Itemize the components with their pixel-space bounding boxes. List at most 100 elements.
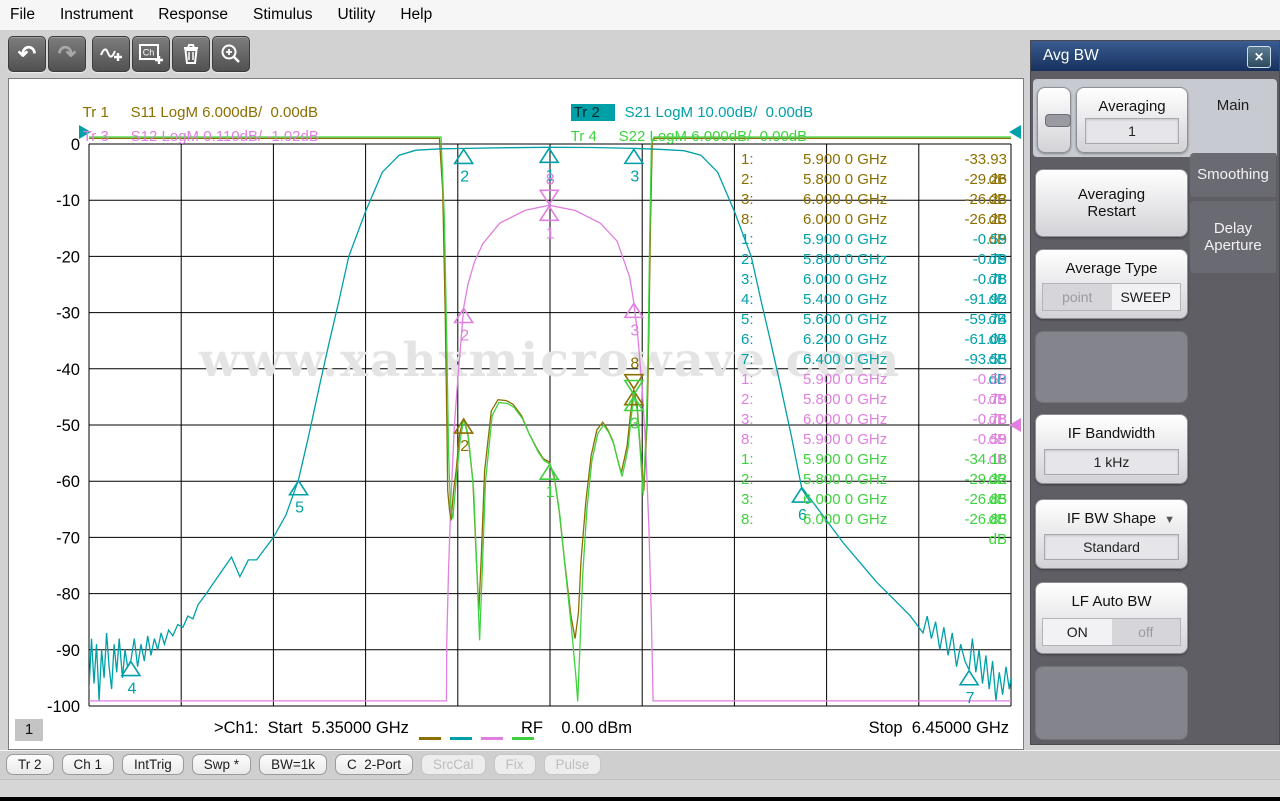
trace3-header[interactable]: Tr 3 S12 LogM 0.110dB/ -1.02dB — [66, 111, 319, 162]
menu-item[interactable]: Stimulus — [253, 6, 327, 23]
svg-text:3: 3 — [630, 168, 639, 185]
svg-text:4: 4 — [127, 681, 136, 698]
stop-frequency-label: Stop 6.45000 GHz — [868, 719, 1009, 737]
status-button[interactable]: SrcCal — [420, 754, 486, 775]
trace4-id: Tr 4 — [570, 128, 597, 145]
status-bar: Tr 2 Ch 1 IntTrig Swp * BW=1k C 2-Port S… — [0, 750, 1280, 778]
marker-table-row: 7: 6.400 0 GHz -93.55 dB — [731, 350, 1011, 388]
dropdown-arrow-icon: ▼ — [1164, 514, 1175, 526]
lf-auto-bw-button[interactable]: LF Auto BW ON off — [1035, 582, 1188, 654]
status-button[interactable]: BW=1k — [259, 754, 327, 775]
averaging-value[interactable]: 1 — [1085, 118, 1179, 144]
lf-auto-bw-off-option[interactable]: off — [1111, 619, 1180, 645]
svg-text:-50: -50 — [56, 417, 80, 435]
status-button[interactable]: IntTrig — [122, 754, 184, 775]
svg-text:Ch: Ch — [143, 48, 155, 58]
delete-button[interactable] — [172, 36, 210, 72]
svg-text:7: 7 — [966, 690, 975, 707]
svg-text:-20: -20 — [56, 248, 80, 266]
measurement-display: 0 -10 -20 -30 -40 -50 -60 -70 -80 -90 -100 www.xahx… — [8, 78, 1024, 750]
marker-frequency: 5.900 0 GHz — [803, 151, 888, 168]
tab-smoothing[interactable]: Smoothing — [1190, 153, 1276, 197]
if-bw-shape-button[interactable]: IF BW Shape ▼ Standard — [1035, 499, 1188, 569]
menu-items: File Instrument Response Stimulus Utility Hel… — [10, 6, 457, 24]
marker-value: -0.59 dB — [972, 431, 1007, 468]
add-channel-button[interactable]: Ch — [132, 36, 170, 72]
marker-table-row: 1: 5.900 0 GHz -34.18 dB — [731, 450, 1011, 488]
trace3-desc: S12 LogM 0.110dB/ -1.02dB — [130, 128, 319, 145]
marker-number: 1: — [741, 151, 754, 168]
panel-close-button[interactable]: ✕ — [1247, 46, 1271, 68]
marker-number: 8: — [741, 431, 754, 448]
marker-frequency: 5.600 0 GHz — [803, 311, 888, 328]
marker-frequency: 6.400 0 GHz — [803, 351, 888, 368]
marker-frequency: 6.000 0 GHz — [803, 211, 888, 228]
trace3-swatch — [481, 737, 503, 741]
marker-value: -0.59 dB — [972, 231, 1007, 268]
marker-value: -59.74 dB — [964, 311, 1007, 348]
averaging-button[interactable]: Averaging 1 — [1076, 87, 1188, 153]
average-type-point-option[interactable]: point — [1043, 284, 1112, 310]
svg-text:-60: -60 — [56, 473, 80, 491]
marker-number: 2: — [741, 391, 754, 408]
if-bw-shape-value[interactable]: Standard — [1044, 534, 1179, 560]
if-bandwidth-button[interactable]: IF Bandwidth 1 kHz — [1035, 414, 1188, 484]
menu-item[interactable]: Utility — [337, 6, 390, 23]
lf-auto-bw-on-option[interactable]: ON — [1043, 619, 1112, 645]
svg-text:2: 2 — [460, 438, 469, 455]
status-button[interactable]: Pulse — [543, 754, 602, 775]
average-type-sweep-option[interactable]: SWEEP — [1111, 284, 1180, 310]
menu-item[interactable]: Response — [158, 6, 243, 23]
toggle-indicator-icon — [1045, 114, 1071, 127]
undo-button[interactable]: ↶ — [8, 36, 46, 72]
menu-item[interactable]: File — [10, 6, 50, 23]
trace1-swatch — [419, 737, 441, 741]
svg-text:-70: -70 — [56, 529, 80, 547]
marker-frequency: 5.800 0 GHz — [803, 251, 888, 268]
marker-number: 8: — [741, 511, 754, 528]
marker-table-row: 3: 6.000 0 GHz -0.78 dB — [731, 410, 1011, 448]
averaging-enable-toggle[interactable] — [1037, 87, 1071, 153]
averaging-label: Averaging — [1098, 98, 1166, 115]
svg-text:1: 1 — [546, 484, 555, 501]
trash-icon — [184, 44, 198, 64]
marker-frequency: 5.900 0 GHz — [803, 371, 888, 388]
marker-number: 7: — [741, 351, 754, 368]
status-button[interactable]: Swp * — [191, 754, 252, 775]
averaging-restart-button[interactable]: Averaging Restart — [1035, 169, 1188, 237]
marker-table: 1: 5.900 0 GHz -33.93 dB 2: 5.800 0 GHz … — [731, 150, 1011, 548]
status-button[interactable]: Ch 1 — [61, 754, 115, 775]
message-bar — [0, 779, 1280, 798]
trace4-desc: S22 LogM 6.000dB/ 0.00dB — [618, 128, 808, 145]
undo-icon: ↶ — [17, 41, 37, 66]
marker-number: 3: — [741, 271, 754, 288]
marker-value: -0.78 dB — [972, 411, 1007, 448]
menu-item[interactable]: Instrument — [60, 6, 148, 23]
svg-text:1: 1 — [546, 225, 555, 242]
zoom-button[interactable] — [212, 36, 250, 72]
marker-table-row: 1: 5.900 0 GHz -33.93 dB — [731, 150, 1011, 188]
menu-item[interactable]: Help — [400, 6, 447, 23]
marker-number: 5: — [741, 311, 754, 328]
marker-frequency: 5.900 0 GHz — [803, 451, 888, 468]
tab-main[interactable]: Main — [1189, 97, 1277, 114]
marker-value: -0.79 dB — [972, 391, 1007, 428]
redo-button[interactable]: ↷ — [48, 36, 86, 72]
tab-delay-aperture[interactable]: Delay Aperture — [1190, 201, 1276, 273]
status-button[interactable]: Tr 2 — [6, 754, 54, 775]
trace2-swatch — [450, 737, 472, 741]
marker-frequency: 6.000 0 GHz — [803, 491, 888, 508]
status-button[interactable]: Fix — [493, 754, 536, 775]
average-type-label: Average Type — [1065, 260, 1158, 277]
if-bandwidth-value[interactable]: 1 kHz — [1044, 449, 1179, 475]
marker-frequency: 6.000 0 GHz — [803, 411, 888, 428]
status-button[interactable]: C 2-Port — [334, 754, 413, 775]
average-type-button[interactable]: Average Type point SWEEP — [1035, 249, 1188, 319]
marker-value: -0.79 dB — [972, 251, 1007, 288]
marker-number: 2: — [741, 251, 754, 268]
svg-text:5: 5 — [295, 500, 304, 517]
add-trace-button[interactable] — [92, 36, 130, 72]
marker-frequency: 6.000 0 GHz — [803, 271, 888, 288]
channel-badge[interactable]: 1 — [15, 719, 43, 741]
marker-number: 3: — [741, 191, 754, 208]
